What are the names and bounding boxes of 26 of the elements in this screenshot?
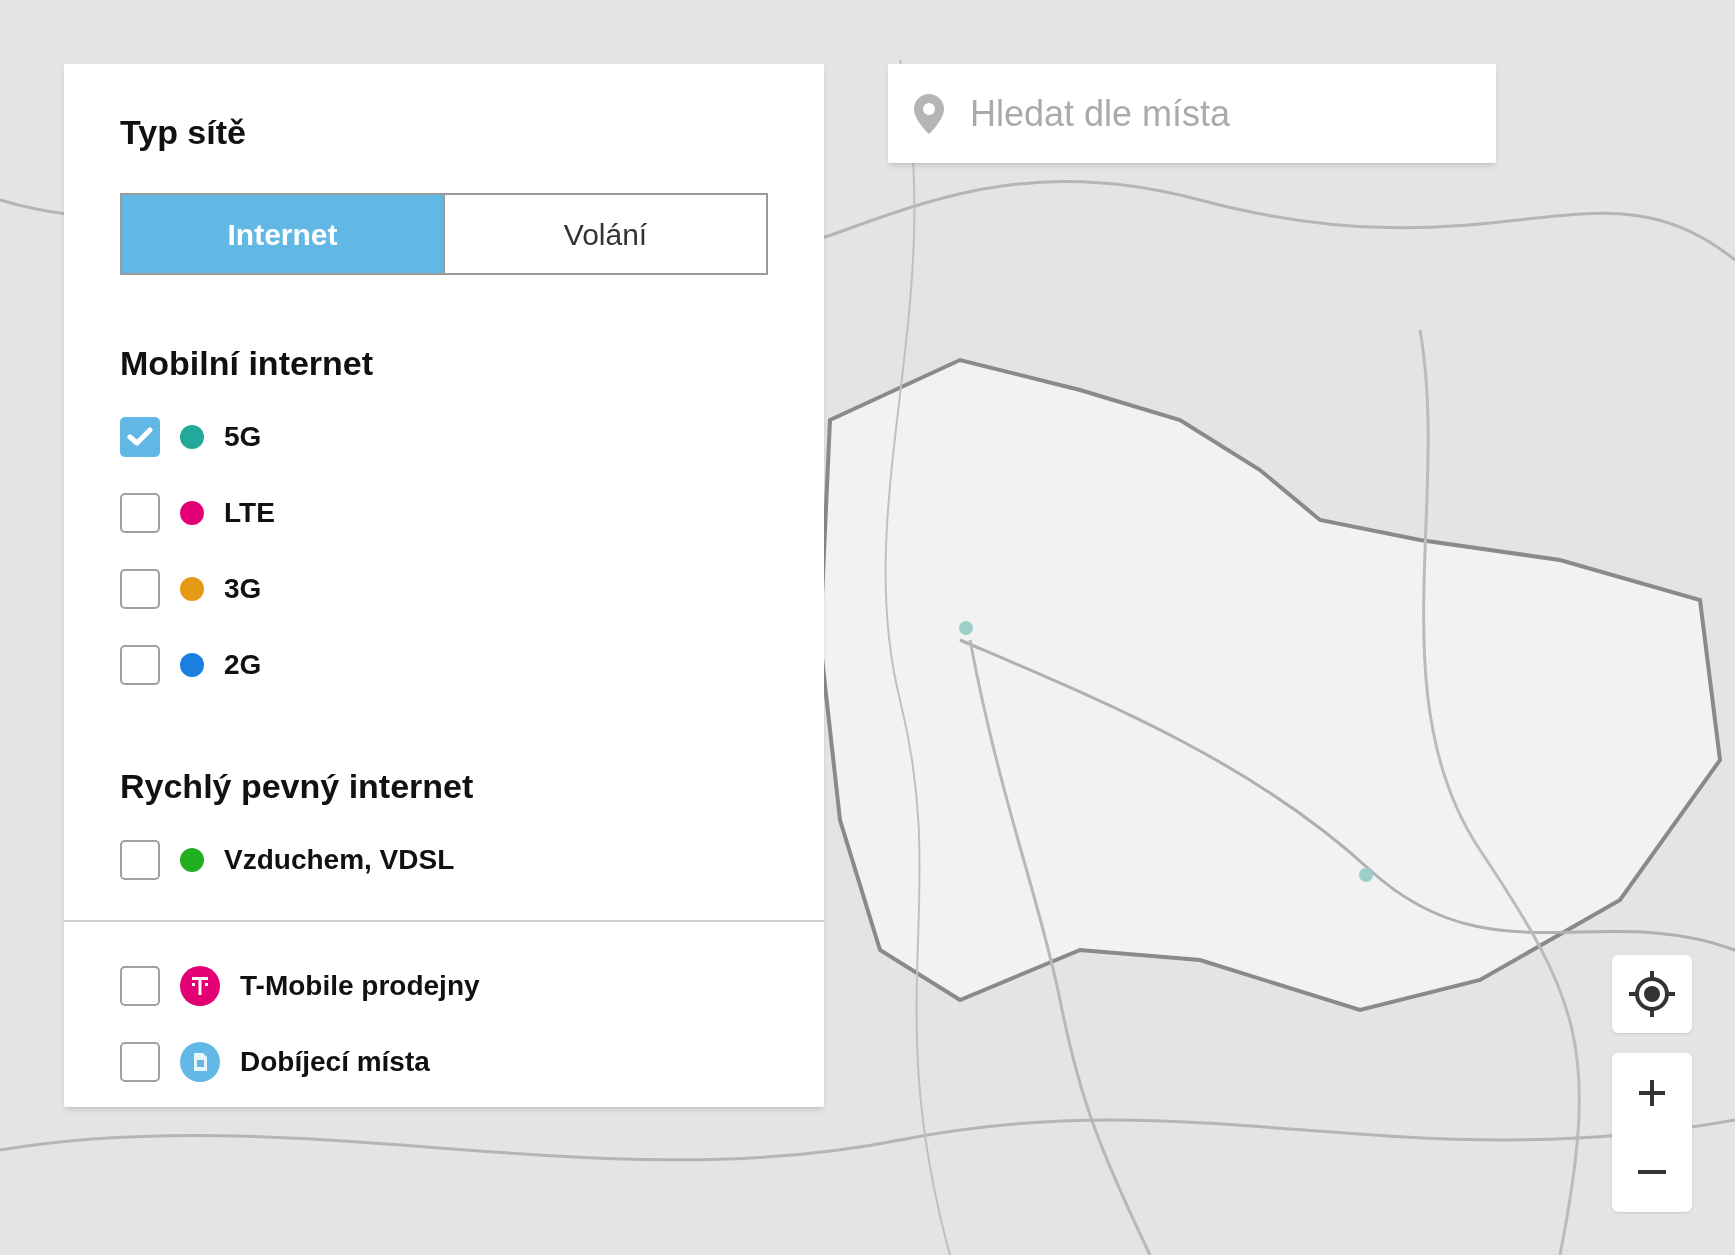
option-label: Dobíjecí místa [240, 1045, 430, 1079]
search-field[interactable]: Hledat dle místa [888, 64, 1496, 163]
section-heading: Rychlý pevný internet [120, 766, 475, 806]
checkbox[interactable] [120, 493, 160, 533]
option-label: LTE [224, 496, 275, 530]
option-label: 3G [224, 572, 262, 606]
plus-icon [1637, 1077, 1667, 1108]
checkbox[interactable] [120, 840, 160, 880]
option-label: 2G [224, 648, 262, 682]
logo-icon [180, 966, 220, 1006]
checkbox[interactable] [120, 569, 160, 609]
location-pin-icon [914, 94, 944, 134]
minus-icon [1638, 1170, 1666, 1175]
checkbox[interactable] [120, 417, 160, 457]
target-icon [1627, 969, 1677, 1019]
sim-card-icon [180, 1042, 220, 1082]
checkbox[interactable] [120, 645, 160, 685]
checkbox[interactable] [120, 966, 160, 1006]
panel-title: Typ sítě [120, 112, 247, 152]
option-label: 5G [224, 420, 262, 454]
option-label: T-Mobile prodejny [240, 969, 480, 1003]
locate-button[interactable] [1612, 955, 1692, 1033]
section-heading: Mobilní internet [120, 343, 375, 383]
checkmark-icon [127, 427, 153, 447]
checkbox[interactable] [120, 1042, 160, 1082]
option-label: Vzduchem, VDSL [224, 843, 455, 877]
